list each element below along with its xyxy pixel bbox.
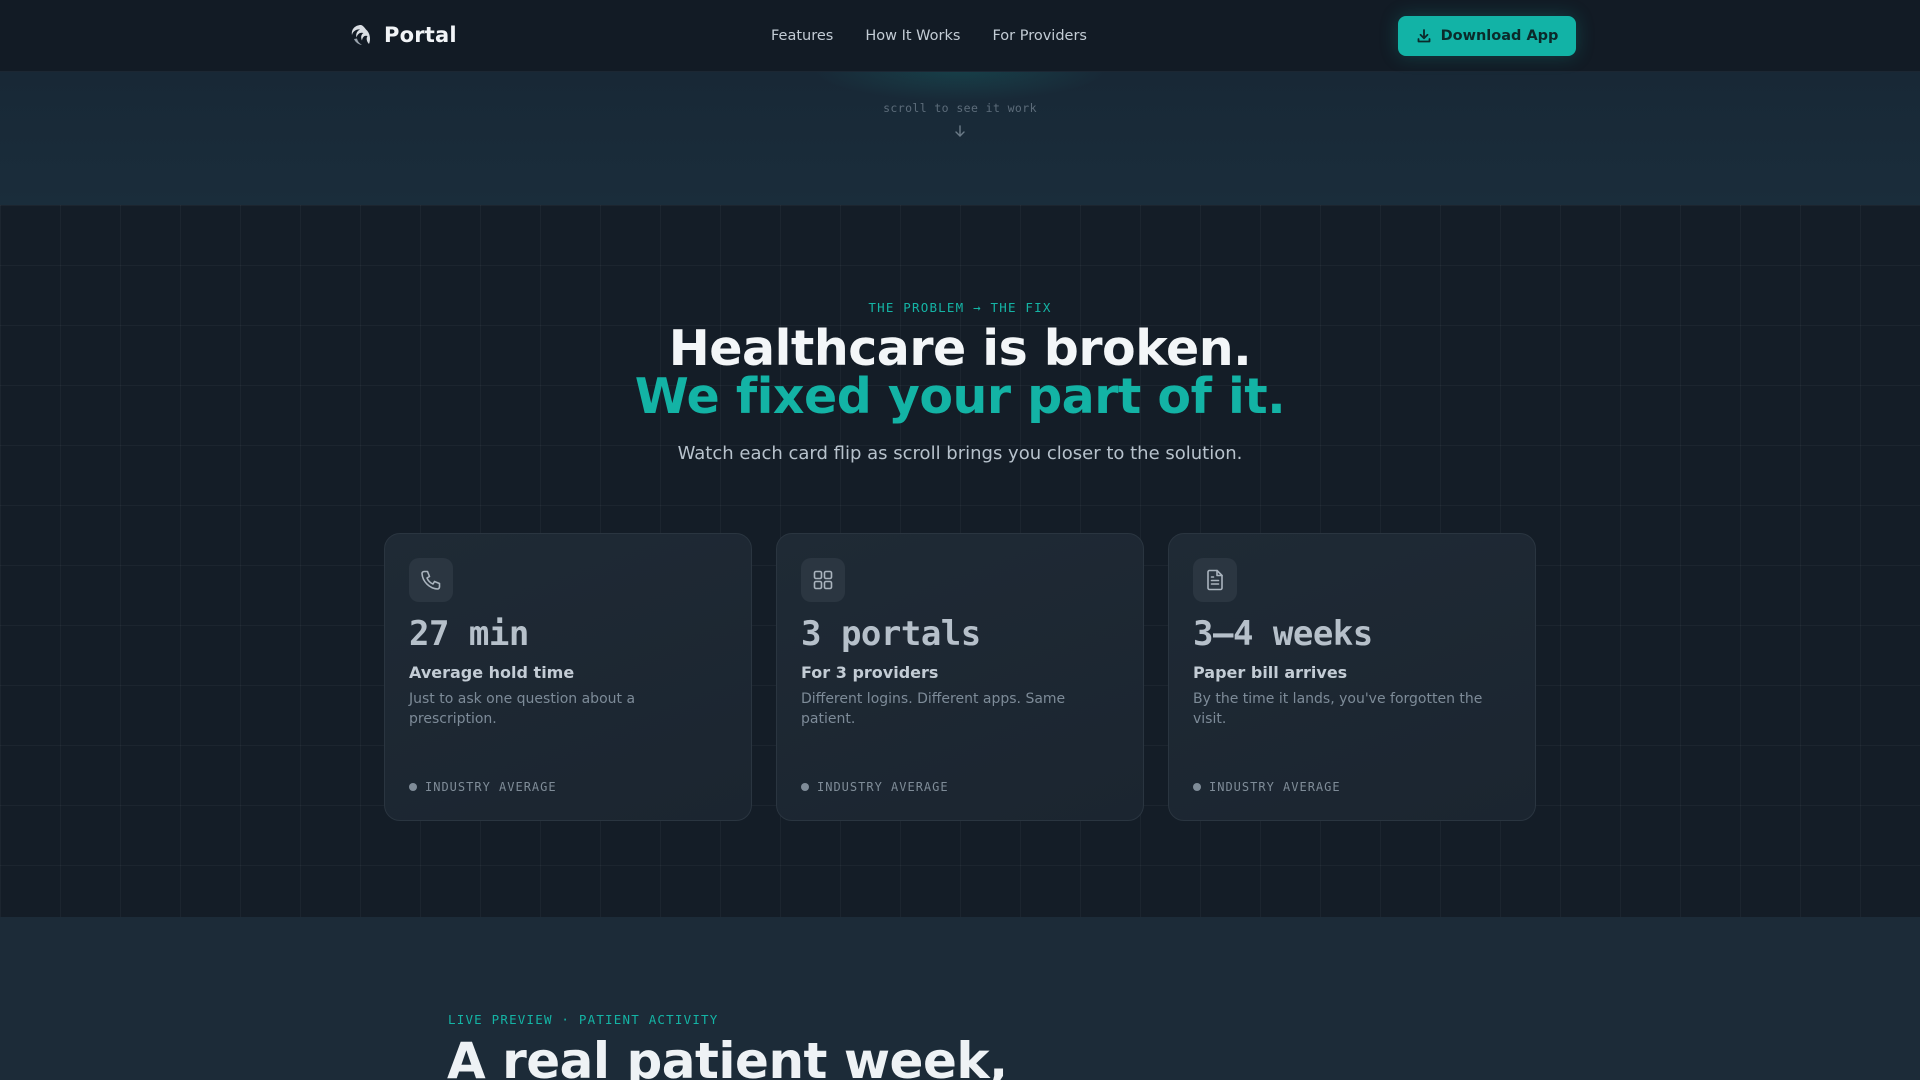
- card-tag: INDUSTRY AVERAGE: [1193, 780, 1341, 794]
- card-tag: INDUSTRY AVERAGE: [801, 780, 949, 794]
- arrow-down-icon: [955, 125, 965, 137]
- tag-dot-icon: [409, 783, 417, 791]
- download-app-button[interactable]: Download App: [1398, 16, 1576, 56]
- nav-link-features[interactable]: Features: [771, 26, 833, 46]
- card-icon-wrap: [409, 558, 453, 602]
- stat-card-paper-bill[interactable]: 3–4 weeks Paper bill arrives By the time…: [1168, 533, 1536, 821]
- problem-section: THE PROBLEM → THE FIX Healthcare is brok…: [0, 205, 1920, 917]
- card-tag-label: INDUSTRY AVERAGE: [817, 780, 949, 794]
- card-title: For 3 providers: [801, 663, 939, 682]
- card-icon-wrap: [1193, 558, 1237, 602]
- problem-cards: 27 min Average hold time Just to ask one…: [384, 533, 1536, 821]
- download-icon: [1417, 29, 1430, 43]
- card-stat: 3–4 weeks: [1193, 614, 1373, 654]
- headline-line-fixed: We fixed your part of it.: [634, 368, 1286, 425]
- problem-eyebrow: THE PROBLEM → THE FIX: [868, 300, 1052, 315]
- scroll-hint-text: scroll to see it work: [883, 101, 1037, 115]
- top-navbar: Portal Features How It Works For Provide…: [0, 0, 1920, 72]
- brand-home-link[interactable]: Portal: [348, 22, 457, 48]
- nav-link-how-it-works[interactable]: How It Works: [865, 26, 960, 46]
- grid-icon: [813, 570, 833, 590]
- live-preview-section: LIVE PREVIEW · PATIENT ACTIVITY A real p…: [0, 917, 1920, 1080]
- stat-card-portals[interactable]: 3 portals For 3 providers Different logi…: [776, 533, 1144, 821]
- document-icon: [1207, 569, 1223, 591]
- card-description: Just to ask one question about a prescri…: [409, 691, 636, 727]
- brand-name: Portal: [384, 23, 457, 47]
- card-description: Different logins. Different apps. Same p…: [801, 691, 1066, 727]
- nav-link-for-providers[interactable]: For Providers: [992, 26, 1087, 46]
- scroll-glow: [810, 72, 1110, 102]
- card-stat: 3 portals: [801, 614, 981, 654]
- card-tag-label: INDUSTRY AVERAGE: [1209, 780, 1341, 794]
- card-tag-label: INDUSTRY AVERAGE: [425, 780, 557, 794]
- card-stat: 27 min: [409, 614, 529, 654]
- preview-title: A real patient week,: [447, 1032, 1008, 1080]
- card-description: By the time it lands, you've forgotten t…: [1193, 691, 1483, 727]
- preview-eyebrow: LIVE PREVIEW · PATIENT ACTIVITY: [448, 1012, 719, 1027]
- stat-card-hold-time[interactable]: 27 min Average hold time Just to ask one…: [384, 533, 752, 821]
- scroll-hint-band: scroll to see it work: [0, 72, 1920, 205]
- problem-headline: Healthcare is broken. We fixed your part…: [0, 320, 1920, 425]
- phone-icon: [421, 570, 441, 590]
- card-title: Average hold time: [409, 663, 575, 682]
- problem-subhead: Watch each card flip as scroll brings yo…: [677, 443, 1243, 464]
- primary-nav: Features How It Works For Providers: [771, 26, 1087, 46]
- card-icon-wrap: [801, 558, 845, 602]
- card-title: Paper bill arrives: [1193, 663, 1348, 682]
- headline-line-broken: Healthcare is broken.: [668, 320, 1252, 377]
- tag-dot-icon: [801, 783, 809, 791]
- card-tag: INDUSTRY AVERAGE: [409, 780, 557, 794]
- portal-swirl-icon: [351, 25, 370, 45]
- download-app-label: Download App: [1440, 28, 1559, 44]
- tag-dot-icon: [1193, 783, 1201, 791]
